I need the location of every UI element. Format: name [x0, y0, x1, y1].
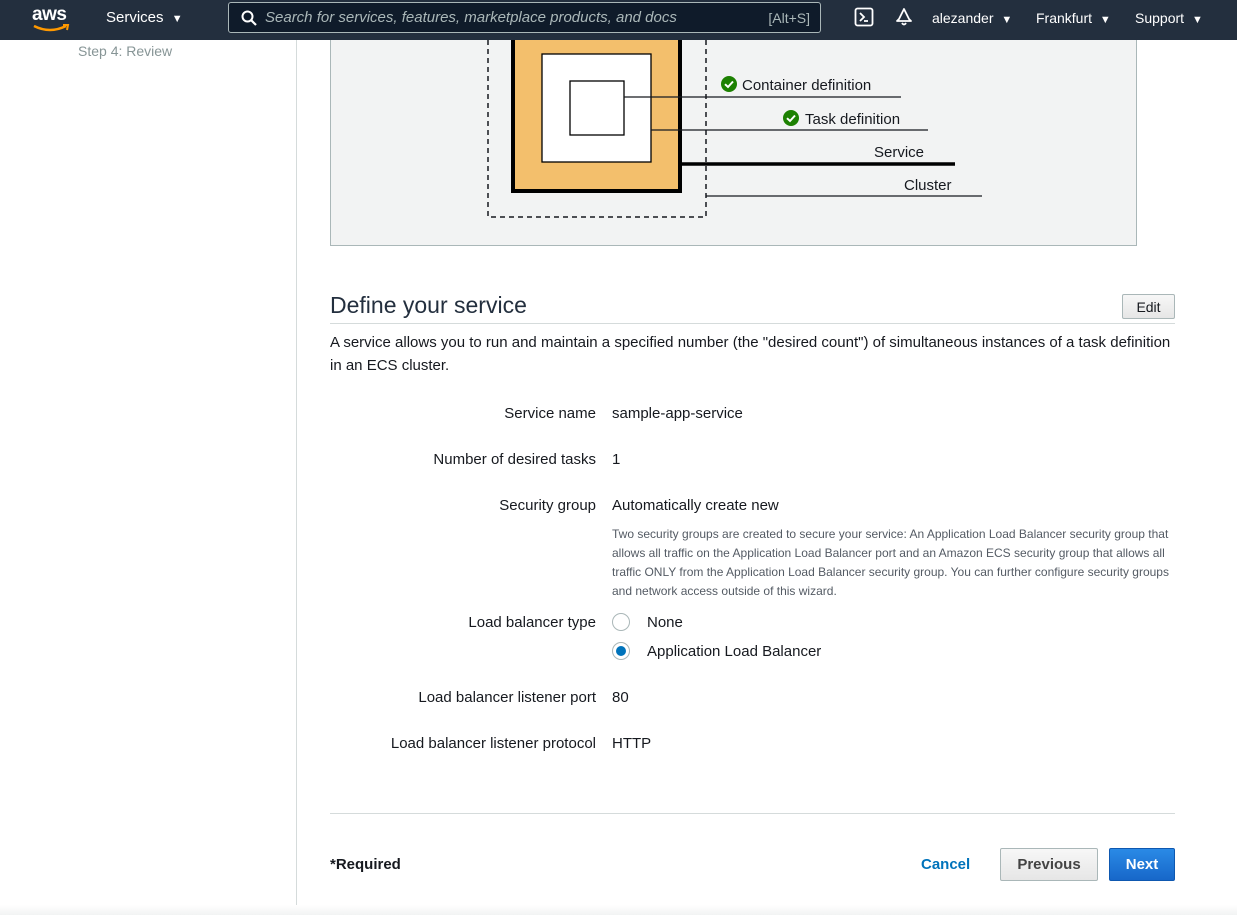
region-label: Frankfurt — [1036, 10, 1093, 26]
listener-protocol-value: HTTP — [612, 735, 652, 752]
wizard-sidebar: Step 4: Review — [0, 40, 297, 915]
sidebar-step-review[interactable]: Step 4: Review — [78, 43, 172, 59]
user-label: alezander — [932, 10, 994, 26]
security-group-value: Automatically create new — [612, 497, 779, 514]
region-menu[interactable]: Frankfurt ▼ — [1036, 10, 1111, 26]
section-title: Define your service — [330, 292, 527, 318]
lb-type-none-radio[interactable] — [612, 613, 630, 631]
search-icon — [241, 10, 257, 26]
chevron-down-icon: ▼ — [1001, 14, 1013, 26]
cancel-link[interactable]: Cancel — [921, 856, 970, 873]
section-description: A service allows you to run and maintain… — [330, 334, 1171, 374]
lb-type-alb-radio[interactable] — [612, 642, 630, 660]
desired-tasks-value: 1 — [612, 451, 621, 468]
chevron-down-icon: ▼ — [1099, 14, 1111, 26]
aws-logo[interactable]: aws — [32, 4, 70, 34]
support-label: Support — [1135, 10, 1185, 26]
top-nav: aws Services ▼ [Alt+S] alezander ▼ Frank… — [0, 0, 1237, 40]
ecs-objects-diagram: Container definition Task definition Ser… — [330, 40, 1137, 246]
listener-port-value: 80 — [612, 689, 629, 706]
search-box[interactable]: [Alt+S] — [228, 2, 821, 33]
search-shortcut: [Alt+S] — [768, 10, 810, 26]
user-menu[interactable]: alezander ▼ — [932, 10, 1012, 26]
lb-type-alb-label[interactable]: Application Load Balancer — [647, 643, 821, 660]
footer-divider — [330, 813, 1175, 814]
cluster-label: Cluster — [904, 177, 952, 194]
task-definition-label: Task definition — [805, 111, 901, 128]
previous-button[interactable]: Previous — [1000, 848, 1098, 881]
services-menu[interactable]: Services ▼ — [106, 9, 183, 26]
container-definition-label: Container definition — [742, 77, 872, 94]
smile-icon — [33, 24, 70, 32]
security-group-help: Two security groups are created to secur… — [612, 527, 1169, 598]
chevron-down-icon: ▼ — [171, 13, 183, 25]
cloudshell-icon[interactable] — [854, 7, 874, 27]
service-name-value: sample-app-service — [612, 405, 743, 422]
listener-protocol-label: Load balancer listener protocol — [390, 735, 596, 752]
check-circle-icon — [783, 110, 799, 126]
search-input[interactable] — [265, 3, 765, 32]
next-button[interactable]: Next — [1109, 848, 1175, 881]
service-name-label: Service name — [504, 405, 596, 422]
services-label: Services — [106, 9, 164, 26]
title-divider — [330, 323, 1175, 324]
edit-button[interactable]: Edit — [1122, 294, 1175, 319]
desired-tasks-label: Number of desired tasks — [433, 451, 596, 468]
service-label: Service — [874, 144, 925, 161]
security-group-label: Security group — [499, 497, 596, 514]
aws-logo-text: aws — [32, 4, 67, 25]
bell-icon[interactable] — [894, 7, 914, 27]
listener-port-label: Load balancer listener port — [418, 689, 596, 706]
support-menu[interactable]: Support ▼ — [1135, 10, 1203, 26]
chevron-down-icon: ▼ — [1191, 14, 1203, 26]
lb-type-label: Load balancer type — [468, 614, 596, 631]
check-circle-icon — [721, 76, 737, 92]
required-note: *Required — [330, 856, 401, 873]
container-box — [569, 80, 625, 136]
lb-type-none-label[interactable]: None — [647, 614, 683, 631]
diagram-graphic — [487, 40, 982, 218]
page-bottom-edge — [0, 905, 1237, 915]
